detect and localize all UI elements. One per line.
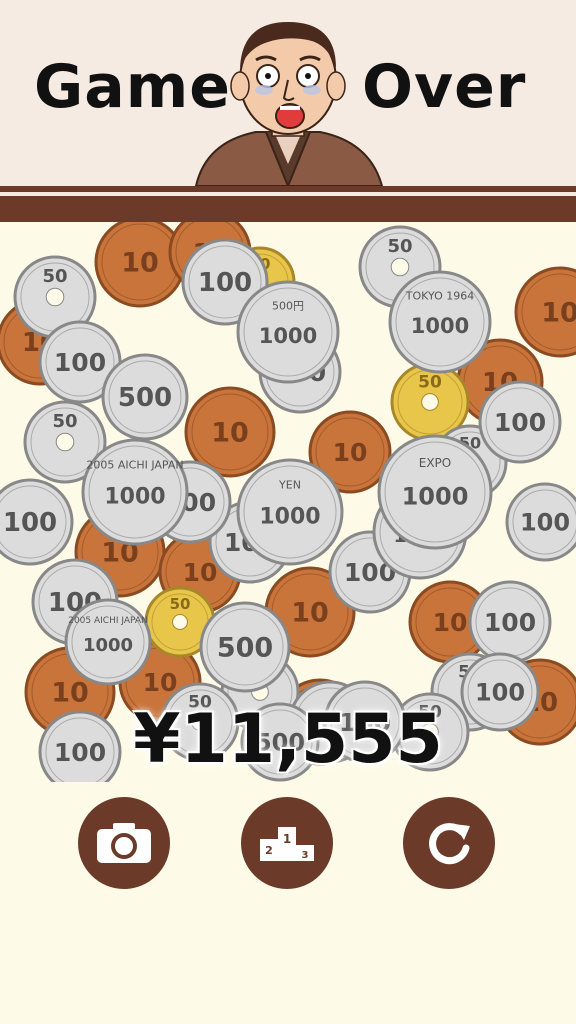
podium-label-1: 1 — [283, 832, 291, 846]
coin-label: 10 — [143, 668, 178, 697]
coin-label: 100 — [54, 348, 106, 377]
coin: 1000 YEN — [236, 458, 344, 566]
coin-label: 10 — [291, 598, 329, 629]
total-amount: ¥11,555 — [133, 700, 443, 779]
coin-label: 500 — [217, 633, 273, 664]
surprised-man-illustration — [194, 22, 384, 186]
coin-sublabel: 2005 AICHI JAPAN — [86, 459, 183, 472]
coin-sublabel: 2005 AICHI JAPAN — [68, 616, 148, 626]
coin-label: 100 — [520, 508, 570, 536]
coin-label: 50 — [170, 595, 191, 613]
podium-label-3: 3 — [302, 850, 309, 861]
retry-icon — [429, 823, 470, 865]
coin: 10 — [514, 266, 576, 358]
coin-label: 1000 — [83, 635, 133, 656]
coin-label: 500 — [118, 383, 172, 413]
coin-label: 50 — [42, 266, 67, 287]
coin-label: 100 — [484, 608, 536, 637]
coin: 100 — [505, 482, 576, 562]
coin: 100 — [468, 580, 552, 664]
coin-label: 10 — [183, 558, 218, 587]
coin-label: 10 — [541, 298, 576, 329]
camera-button[interactable] — [78, 797, 170, 889]
coin-sublabel: YEN — [278, 479, 301, 492]
coin-label: 100 — [494, 408, 546, 437]
coin: 1000 2005 AICHI JAPAN — [64, 598, 152, 686]
coin: 100 — [0, 478, 74, 566]
coin-label: 50 — [418, 373, 442, 393]
coin: 1000 TOKYO 1964 — [388, 270, 492, 374]
coin-label: 100 — [198, 268, 252, 298]
header-divider-band — [0, 196, 576, 222]
ranking-button[interactable]: 1 2 3 — [241, 797, 333, 889]
coin-label: 1000 — [402, 482, 469, 510]
retry-button[interactable] — [403, 797, 495, 889]
coin-label: 10 — [333, 438, 368, 467]
camera-icon — [97, 823, 151, 863]
coin: 500 — [101, 353, 189, 441]
coin-label: 1000 — [104, 484, 165, 509]
coin-label: 1000 — [411, 314, 469, 338]
coin-sublabel: EXPO — [419, 456, 451, 470]
coin-sublabel: 500円 — [272, 300, 304, 313]
coin-sublabel: TOKYO 1964 — [405, 290, 474, 303]
coin-label: 50 — [387, 236, 412, 257]
coin: 1000 2005 AICHI JAPAN — [81, 438, 189, 546]
coin-label: 100 — [3, 508, 57, 538]
coin: 1000 EXPO — [377, 434, 493, 550]
coin-label: 1000 — [259, 504, 320, 529]
coin-pile: 1010101010101010101010101010105050505050… — [0, 222, 576, 782]
coin: 500 — [199, 601, 291, 693]
podium-icon: 1 2 3 — [260, 827, 314, 861]
coin-label: 10 — [211, 418, 249, 449]
coin: 100 — [478, 380, 562, 464]
coin-label: 10 — [121, 248, 159, 279]
coin-label: 1000 — [259, 324, 317, 348]
coin: 1000 500円 — [236, 280, 340, 384]
coin-label: 10 — [433, 608, 468, 637]
podium-label-2: 2 — [265, 844, 273, 857]
coin-label: 50 — [52, 411, 77, 432]
